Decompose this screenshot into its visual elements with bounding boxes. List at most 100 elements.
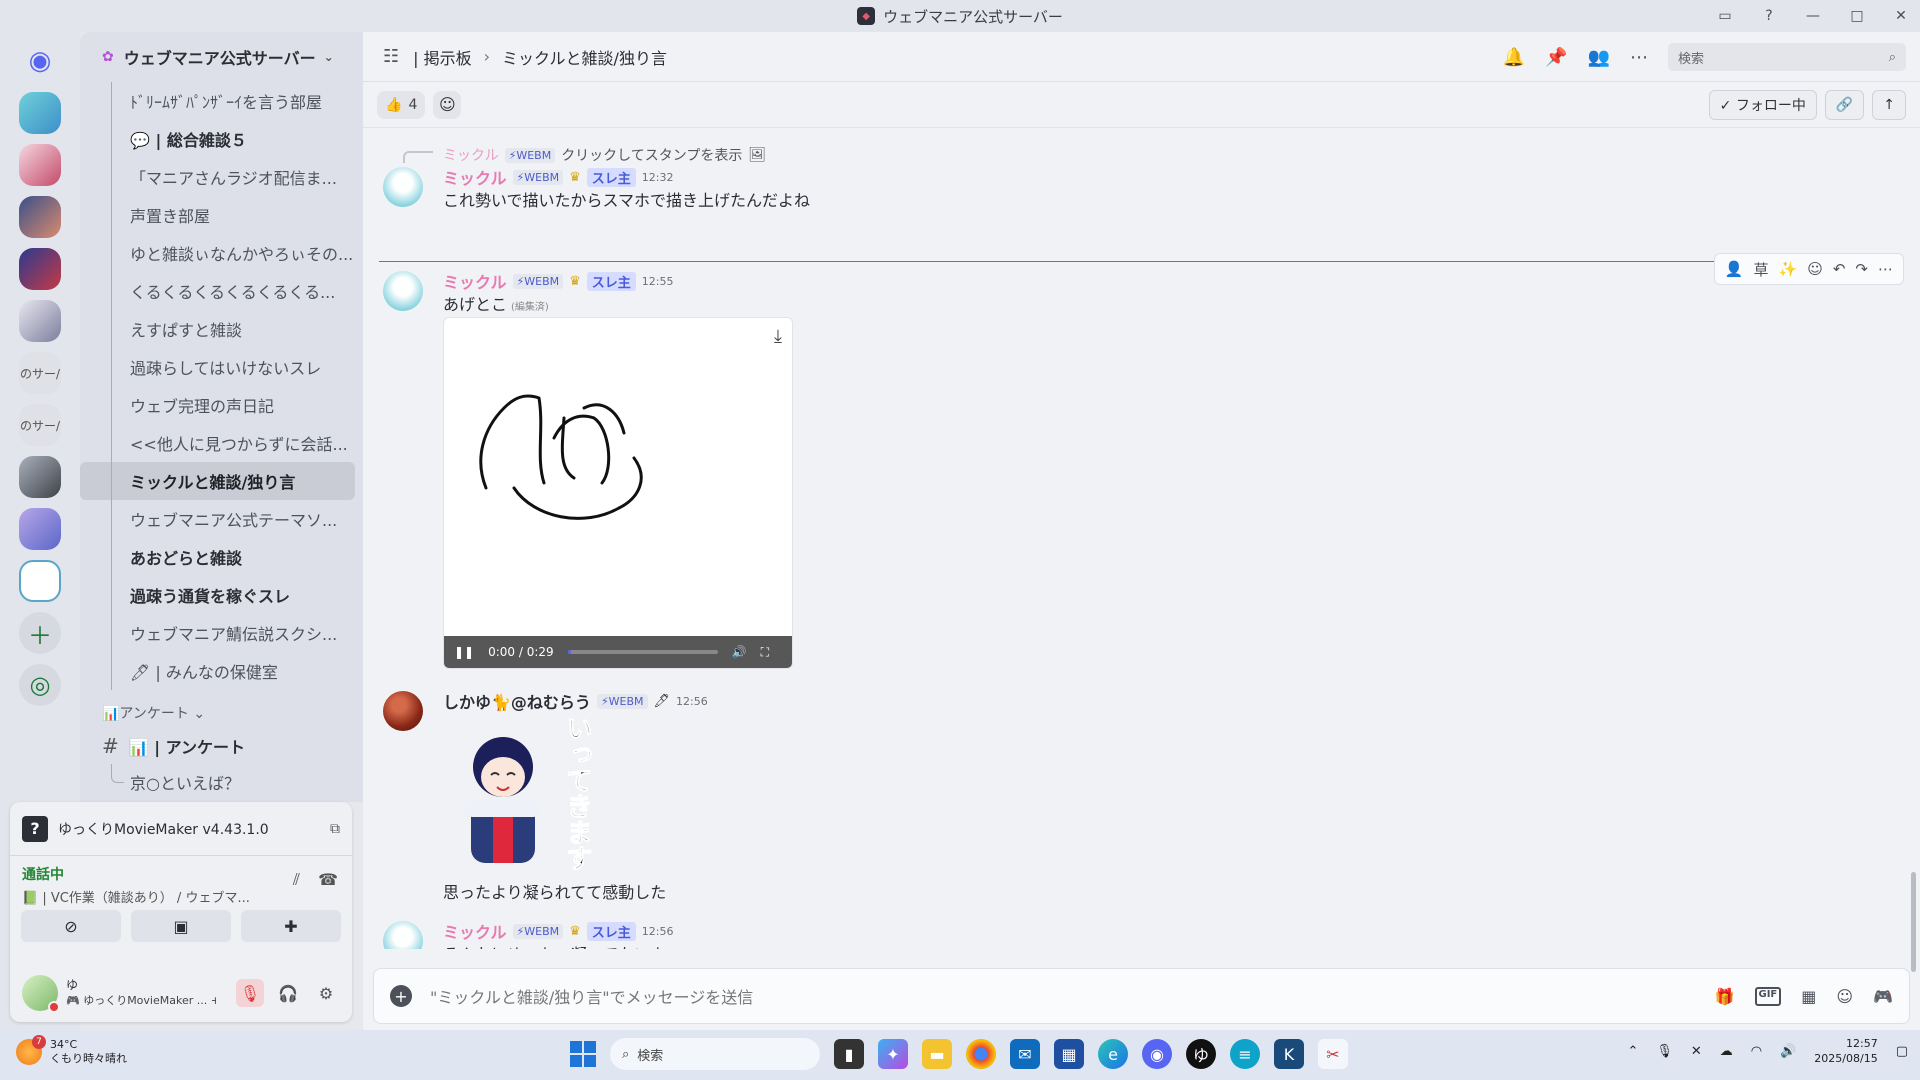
disconnect-icon[interactable]: ☎ (318, 870, 338, 890)
gift-icon[interactable]: 🎁 (1715, 987, 1735, 1006)
volume-icon[interactable]: 🔊 (1780, 1044, 1796, 1059)
avatar[interactable] (22, 975, 60, 1013)
thread-item[interactable]: ﾄﾞﾘｰﾑｻﾞﾊﾟﾝｻﾞｰｲを言う部屋 (80, 82, 363, 120)
thread-item[interactable]: 🖊 | みんなの保健室 (80, 652, 363, 690)
server-icon[interactable] (19, 196, 61, 238)
category-header[interactable]: 📊アンケート ⌄ (80, 698, 363, 728)
thread-item[interactable]: <<他人に見つからずに会話... (80, 424, 363, 462)
avatar[interactable] (383, 691, 423, 731)
app-icon[interactable]: K (1274, 1039, 1304, 1069)
server-icon-text[interactable]: のサー/ (19, 404, 61, 446)
thread-item[interactable]: 💬 | 総合雑談５ (80, 120, 363, 158)
emoji-icon[interactable]: ☺ (1836, 987, 1853, 1006)
thread-item[interactable]: あおどらと雑談 (80, 538, 363, 576)
maximize-button[interactable]: □ (1846, 8, 1868, 24)
avatar[interactable] (383, 921, 423, 949)
server-icon[interactable] (19, 92, 61, 134)
store-icon[interactable]: ▦ (1054, 1039, 1084, 1069)
snipping-tool-icon[interactable]: ✂ (1318, 1039, 1348, 1069)
edge-icon[interactable]: e (1098, 1039, 1128, 1069)
thread-item[interactable]: ウェブマニア鯖伝説スクシ... (80, 614, 363, 652)
more-icon[interactable]: ⋯ (1630, 47, 1648, 68)
forum-channel[interactable]: # 📊 | アンケート (80, 728, 363, 764)
screen-share-icon[interactable]: ⧉ (330, 821, 340, 837)
thread-item[interactable]: ゆと雑談ぃなんかやろぃその... (80, 234, 363, 272)
link-icon[interactable]: 🔗 (1824, 90, 1865, 120)
server-icon-text[interactable]: のサー/ (19, 352, 61, 394)
thread-item[interactable]: 過疎う通貨を稼ぐスレ (80, 576, 363, 614)
video-attachment[interactable]: ⤓ ❚❚ 0:00 / 0:29 🔊 ⛶ (443, 317, 793, 669)
pin-icon[interactable]: 📌 (1545, 47, 1567, 68)
server-icon[interactable] (19, 508, 61, 550)
scrollbar[interactable] (1911, 872, 1916, 972)
discord-home-icon[interactable]: ◉ (19, 40, 61, 82)
author-name[interactable]: しかゆ🐈@ねむらう (443, 689, 591, 713)
follow-button[interactable]: ✓ フォロー中 (1708, 90, 1817, 120)
discover-icon[interactable]: ◎ (19, 664, 61, 706)
download-icon[interactable]: ⤓ (774, 326, 782, 347)
members-icon[interactable]: 👥 (1588, 47, 1610, 68)
thread-item[interactable]: ウェブ完理の声日記 (80, 386, 363, 424)
thread-item[interactable]: 声置き部屋 (80, 196, 363, 234)
ymm-icon[interactable]: ゆ (1186, 1039, 1216, 1069)
author-name[interactable]: ミックル (443, 919, 507, 943)
mail-icon[interactable]: ✉ (1010, 1039, 1040, 1069)
noise-suppression-icon[interactable]: ⫽ (293, 870, 300, 890)
discord-icon[interactable]: ◉ (1142, 1039, 1172, 1069)
file-explorer-icon[interactable]: ▬ (922, 1039, 952, 1069)
reply-preview[interactable]: ミックル ⚡WEBM クリックしてスタンプを表示 🖼 (443, 145, 766, 165)
upload-plus-icon[interactable]: + (390, 985, 412, 1007)
pause-icon[interactable]: ❚❚ (454, 645, 474, 659)
help-icon[interactable]: ? (1758, 8, 1780, 24)
add-reaction-icon[interactable]: ☺ (433, 90, 462, 119)
tray-app-icon[interactable]: ✕ (1691, 1044, 1702, 1059)
server-icon-current[interactable] (19, 560, 61, 602)
chevron-up-icon[interactable]: ⌃ (1627, 1044, 1638, 1059)
voice-channel-name[interactable]: 📗 | VC作業（雑談あり） / ウェブマ... (22, 887, 282, 906)
thread-item-active[interactable]: ミックルと雑談/独り言 (80, 462, 355, 500)
notification-icon[interactable]: ▢ (1896, 1044, 1908, 1059)
microphone-icon[interactable]: 🎙 (1656, 1044, 1673, 1059)
video-progress-bar[interactable] (567, 650, 718, 654)
breadcrumb-parent[interactable]: | 掲示板 (413, 45, 471, 69)
minimize-button[interactable]: — (1802, 8, 1824, 24)
add-server-icon[interactable]: ＋ (19, 612, 61, 654)
gif-icon[interactable]: GIF (1754, 986, 1782, 1006)
arrow-up-icon[interactable]: ↑ (1872, 90, 1906, 120)
volume-icon[interactable]: 🔊 (732, 645, 747, 659)
sticker-icon[interactable]: ▦ (1801, 987, 1816, 1006)
account-info[interactable]: ゆ 🎮 ゆっくりMovieMaker ... +1 (66, 977, 216, 1009)
clock[interactable]: 12:57 2025/08/15 (1814, 1036, 1877, 1066)
search-input[interactable]: 検索 ⌕ (1668, 43, 1906, 71)
thread-item[interactable]: 過疎らしてはいけないスレ (80, 348, 363, 386)
bell-icon[interactable]: 🔔 (1503, 47, 1525, 68)
server-icon[interactable] (19, 456, 61, 498)
sticker[interactable]: いってきます (443, 715, 603, 875)
activity-button[interactable]: ✚ (241, 910, 341, 942)
weather-widget[interactable]: 7 34°C くもり時々晴れ (16, 1035, 127, 1066)
avatar[interactable] (383, 271, 423, 311)
thread-item[interactable]: 「マニアさんラジオ配信ま... (80, 158, 363, 196)
server-header[interactable]: ✿ ウェブマニア公式サーバー ⌄ (80, 32, 363, 82)
inbox-icon[interactable]: ▭ (1714, 8, 1736, 24)
activity-icon[interactable]: 🎮 (1873, 987, 1893, 1006)
wifi-icon[interactable]: ◠ (1751, 1044, 1762, 1059)
headphones-icon[interactable]: 🎧 (274, 979, 302, 1007)
taskbar-search[interactable]: ⌕ 検索 (610, 1038, 820, 1070)
close-button[interactable]: ✕ (1890, 8, 1912, 24)
server-icon[interactable] (19, 300, 61, 342)
server-icon-active[interactable] (19, 248, 61, 290)
thread-item[interactable]: 京○といえば？ (80, 764, 363, 800)
gear-icon[interactable]: ⚙ (312, 979, 340, 1007)
author-name[interactable]: ミックル (443, 269, 507, 293)
chrome-icon[interactable] (966, 1039, 996, 1069)
author-name[interactable]: ミックル (443, 165, 507, 189)
thread-item[interactable]: えすぱすと雑談 (80, 310, 363, 348)
message-composer[interactable]: + "ミックルと雑談/独り言"でメッセージを送信 🎁 GIF ▦ ☺ 🎮 (373, 968, 1910, 1024)
copilot-icon[interactable]: ✦ (878, 1039, 908, 1069)
task-view-icon[interactable]: ▮ (834, 1039, 864, 1069)
screen-share-button[interactable]: ▣ (131, 910, 231, 942)
thread-item[interactable]: くるくるくるくるくるくる... (80, 272, 363, 310)
app-icon[interactable]: ≡ (1230, 1039, 1260, 1069)
onedrive-icon[interactable]: ☁ (1720, 1044, 1733, 1059)
